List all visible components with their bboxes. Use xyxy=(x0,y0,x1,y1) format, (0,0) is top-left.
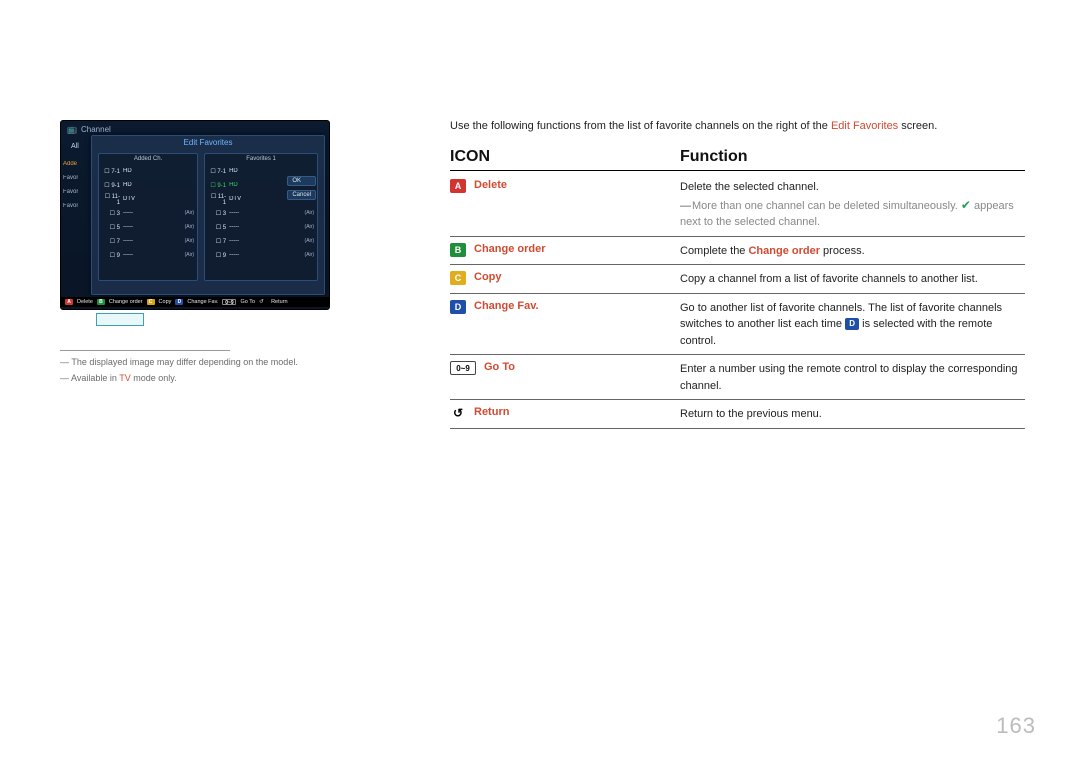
tv-side-item: Favor xyxy=(63,175,78,181)
tv-footer-label: Delete xyxy=(77,299,93,305)
table-row: 0~9 Go To Enter a number using the remote … xyxy=(450,355,1025,400)
key-a-icon: A xyxy=(450,179,466,193)
page-number: 163 xyxy=(996,713,1036,739)
function-description: Delete the selected channel.―More than o… xyxy=(680,179,1025,231)
tv-sidebar: Adde Favor Favor Favor xyxy=(61,161,78,209)
key-09-icon: 0~9 xyxy=(222,299,236,305)
tv-footer-label: Change order xyxy=(109,299,143,305)
function-description: Return to the previous menu. xyxy=(680,406,1025,423)
tv-channel-row: ☐ 3-----(Air) xyxy=(102,206,194,220)
tv-channel-row: ☐ 11-1DTV xyxy=(102,192,194,206)
table-row: A Delete Delete the selected channel.―More… xyxy=(450,173,1025,237)
table-row: B Change order Complete the Change order p… xyxy=(450,237,1025,266)
tv-list-title: Favorites 1 xyxy=(208,156,314,162)
function-description: Complete the Change order process. xyxy=(680,243,1025,260)
th-icon: ICON xyxy=(450,148,680,166)
intro-text: Use the following functions from the lis… xyxy=(450,120,1025,132)
tv-footer-label: Change Fav. xyxy=(187,299,218,305)
key-ret-icon: ↺ xyxy=(450,406,466,420)
tv-channel-row: ☐ 9-----(Air) xyxy=(102,248,194,262)
tv-channel-row: ☐ 9-----(Air) xyxy=(208,248,314,262)
key-k09-icon: 0~9 xyxy=(450,361,476,375)
return-icon: ↺ xyxy=(259,299,267,305)
tv-channel-row: ☐ 9-1HD xyxy=(102,178,194,192)
tv-channel-row: ☐ 5-----(Air) xyxy=(102,220,194,234)
key-b-icon: B xyxy=(450,243,466,257)
tv-modal-title: Edit Favorites xyxy=(92,136,324,149)
footnote: ― The displayed image may differ dependi… xyxy=(60,357,370,367)
icon-label: Go To xyxy=(484,361,515,373)
icon-label: Delete xyxy=(474,179,507,191)
key-d-icon: D xyxy=(175,299,183,305)
function-table: ICON Function A Delete Delete the selected… xyxy=(450,148,1025,429)
tv-channel-row: ☐ 7-1HD xyxy=(102,164,194,178)
key-c-icon: C xyxy=(147,299,155,305)
tv-footer-label: Return xyxy=(271,299,288,305)
tv-channel-row: ☐ 5-----(Air) xyxy=(208,220,314,234)
table-header: ICON Function xyxy=(450,148,1025,171)
key-b-icon: B xyxy=(97,299,105,305)
tv-fav-list: Favorites 1 ☐ 7-1HD☐ 9-1HD☐ 11-1DTV☐ 3--… xyxy=(204,153,318,281)
tv-screenshot: 📺 Channel All Adde Favor Favor Favor Edi… xyxy=(60,120,330,310)
tv-list-title: Added Ch. xyxy=(102,156,194,162)
table-row: ↺ Return Return to the previous menu. xyxy=(450,400,1025,429)
tv-modal: Edit Favorites Added Ch. ☐ 7-1HD☐ 9-1HD☐… xyxy=(91,135,325,295)
tv-channel-row: ☐ 7-----(Air) xyxy=(102,234,194,248)
tv-cancel-button: Cancel xyxy=(287,190,316,200)
tv-screen-title: Channel xyxy=(81,125,111,134)
function-description: Go to another list of favorite channels.… xyxy=(680,300,1025,350)
tv-all-label: All xyxy=(71,143,79,150)
table-row: D Change Fav. Go to another list of favori… xyxy=(450,294,1025,356)
icon-label: Copy xyxy=(474,271,502,283)
icon-label: Change order xyxy=(474,243,546,255)
footnote: ― Available in TV mode only. xyxy=(60,373,370,383)
tv-added-list: Added Ch. ☐ 7-1HD☐ 9-1HD☐ 11-1DTV☐ 3----… xyxy=(98,153,198,281)
icon-label: Change Fav. xyxy=(474,300,539,312)
tv-side-item: Favor xyxy=(63,203,78,209)
table-row: C Copy Copy a channel from a list of favor… xyxy=(450,265,1025,294)
tv-footer-label: Go To xyxy=(240,299,255,305)
tv-side-item: Favor xyxy=(63,189,78,195)
channel-icon: 📺 xyxy=(67,125,77,135)
function-description: Copy a channel from a list of favorite c… xyxy=(680,271,1025,288)
tv-channel-row: ☐ 3-----(Air) xyxy=(208,206,314,220)
tv-ok-button: OK xyxy=(287,176,316,186)
key-d-icon: D xyxy=(450,300,466,314)
footnote-separator xyxy=(60,350,230,351)
key-c-icon: C xyxy=(450,271,466,285)
th-function: Function xyxy=(680,148,1025,166)
tv-channel-row: ☐ 7-----(Air) xyxy=(208,234,314,248)
highlight-box xyxy=(96,313,144,326)
key-a-icon: A xyxy=(65,299,73,305)
icon-label: Return xyxy=(474,406,509,418)
tv-side-item: Adde xyxy=(63,161,78,167)
function-description: Enter a number using the remote control … xyxy=(680,361,1025,394)
tv-footer: A Delete B Change order C Copy D Change Fav.… xyxy=(61,297,329,307)
tv-footer-label: Copy xyxy=(159,299,172,305)
